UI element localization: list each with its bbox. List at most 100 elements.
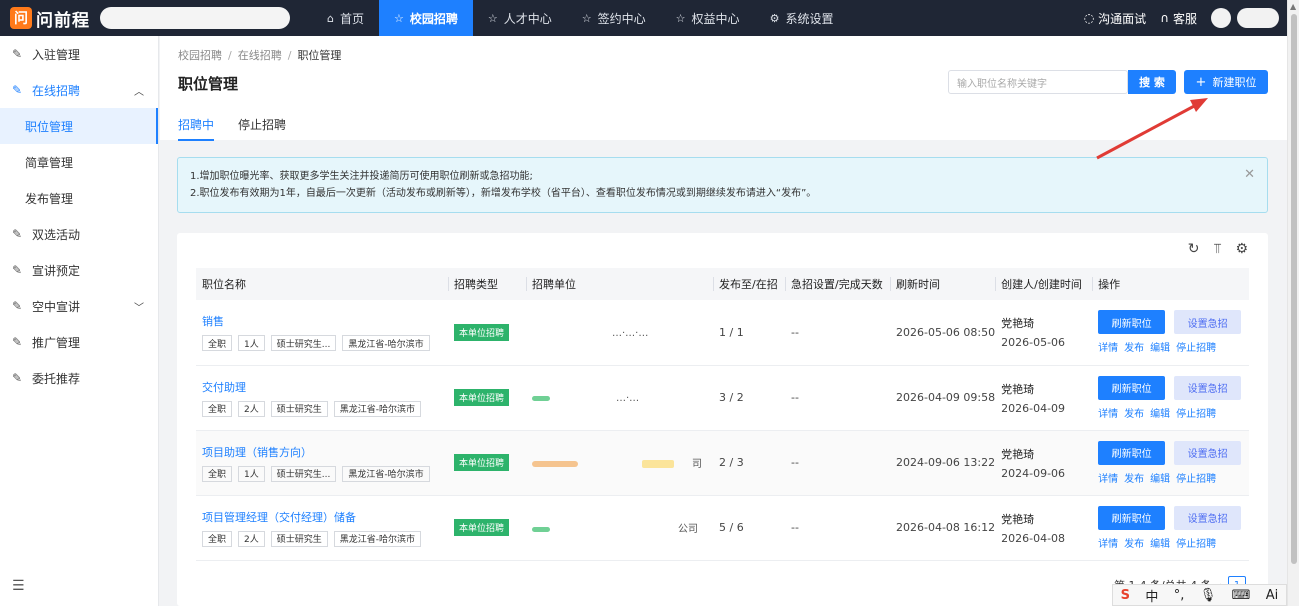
- main-nav: ⌂ 首页 ☆ 校园招聘 ☆ 人才中心 ☆ 签约中心 ☆ 权益中心 ⚙ 系统设置: [312, 0, 848, 36]
- refresh-position-button[interactable]: 刷新职位: [1098, 375, 1166, 400]
- customer-service-link[interactable]: ∩ 客服: [1160, 10, 1197, 27]
- edit-icon: ✎: [12, 371, 23, 385]
- ime-chinese-mode[interactable]: 中: [1145, 586, 1158, 605]
- detail-link[interactable]: 详情: [1098, 409, 1118, 420]
- column-header: 招聘类型: [448, 268, 526, 300]
- status-tabs: 招聘中 停止招聘: [178, 116, 310, 141]
- job-name-link[interactable]: 项目管理经理（交付经理）储备: [202, 509, 448, 525]
- publish-link[interactable]: 发布: [1124, 474, 1144, 485]
- detail-link[interactable]: 详情: [1098, 343, 1118, 354]
- star-icon: ☆: [675, 11, 686, 25]
- close-icon[interactable]: ✕: [1244, 166, 1255, 183]
- scrollbar[interactable]: ▲: [1287, 0, 1299, 606]
- edit-icon: ✎: [12, 83, 23, 97]
- publish-link[interactable]: 发布: [1124, 343, 1144, 354]
- new-position-button[interactable]: + 新建职位: [1184, 70, 1268, 94]
- edit-icon: ✎: [12, 47, 23, 61]
- detail-link[interactable]: 详情: [1098, 474, 1118, 485]
- nav-contract-center[interactable]: ☆ 签约中心: [567, 0, 661, 36]
- search-input[interactable]: 输入职位名称关键字: [948, 70, 1128, 94]
- job-name-link[interactable]: 项目助理（销售方向）: [202, 444, 448, 460]
- detail-link[interactable]: 详情: [1098, 539, 1118, 550]
- redacted-company-name: [100, 7, 290, 29]
- stop-recruiting-link[interactable]: 停止招聘: [1176, 343, 1216, 354]
- logo-icon: 问: [10, 7, 32, 29]
- set-urgent-button[interactable]: 设置急招: [1174, 375, 1242, 400]
- nav-system-settings[interactable]: ⚙ 系统设置: [755, 0, 849, 36]
- microphone-icon[interactable]: 🎙: [1200, 588, 1217, 603]
- stop-recruiting-link[interactable]: 停止招聘: [1176, 539, 1216, 550]
- refresh-time: 2026-04-09 09:58: [890, 365, 996, 431]
- sidebar-item-online-recruitment[interactable]: ✎ 在线招聘 ︿: [0, 72, 158, 108]
- keyboard-icon[interactable]: ⌨: [1232, 588, 1251, 603]
- job-name-link[interactable]: 销售: [202, 313, 448, 329]
- refresh-icon[interactable]: ↻: [1188, 241, 1200, 257]
- stop-recruiting-link[interactable]: 停止招聘: [1176, 474, 1216, 485]
- sidebar-item-publish-management[interactable]: 发布管理: [0, 180, 158, 216]
- publish-count: 5 / 6: [713, 495, 785, 561]
- breadcrumb-item[interactable]: 在线招聘: [238, 49, 282, 62]
- edit-icon: ✎: [12, 335, 23, 349]
- sidebar-item-promotion[interactable]: ✎ 推广管理: [0, 324, 158, 360]
- publish-count: 2 / 3: [713, 430, 785, 496]
- refresh-position-button[interactable]: 刷新职位: [1098, 310, 1166, 335]
- sidebar-item-brochure-management[interactable]: 简章管理: [0, 144, 158, 180]
- breadcrumb-current: 职位管理: [297, 49, 342, 62]
- redacted-unit: [532, 526, 550, 532]
- recruit-type-badge: 本单位招聘: [454, 454, 510, 471]
- refresh-position-button[interactable]: 刷新职位: [1098, 505, 1166, 530]
- column-header: 刷新时间: [890, 268, 996, 300]
- scrollbar-thumb[interactable]: [1291, 14, 1297, 564]
- page-title: 职位管理: [178, 75, 239, 93]
- star-icon: ☆: [394, 11, 404, 25]
- sidebar-item-job-fair[interactable]: ✎ 双选活动: [0, 216, 158, 252]
- ime-logo-icon[interactable]: S: [1121, 588, 1130, 603]
- job-name-link[interactable]: 交付助理: [202, 379, 448, 395]
- chat-interview-link[interactable]: ◌ 沟通面试: [1084, 10, 1147, 27]
- ime-punctuation-icon[interactable]: °,: [1174, 588, 1185, 603]
- column-header: 招聘单位: [526, 268, 713, 300]
- nav-campus-recruitment[interactable]: ☆ 校园招聘: [379, 0, 473, 36]
- tag: 全职: [202, 465, 233, 482]
- edit-link[interactable]: 编辑: [1150, 409, 1170, 420]
- tag: 硕士研究生...: [270, 335, 337, 352]
- column-height-icon[interactable]: ⫪: [1214, 241, 1222, 257]
- breadcrumb-item[interactable]: 校园招聘: [178, 49, 222, 62]
- edit-link[interactable]: 编辑: [1150, 539, 1170, 550]
- main-content: 校园招聘 / 在线招聘 / 职位管理 职位管理 输入职位名称关键字 搜 索 + 新建职位 …: [160, 36, 1287, 606]
- sidebar-item-referral[interactable]: ✎ 委托推荐: [0, 360, 158, 396]
- logo[interactable]: 问 问前程: [10, 6, 310, 31]
- nav-benefits-center[interactable]: ☆ 权益中心: [661, 0, 755, 36]
- tab-stopped[interactable]: 停止招聘: [238, 116, 286, 141]
- stop-recruiting-link[interactable]: 停止招聘: [1176, 409, 1216, 420]
- tag: 黑龙江省-哈尔滨市: [342, 465, 430, 482]
- publish-link[interactable]: 发布: [1124, 539, 1144, 550]
- sidebar-item-seminar-booking[interactable]: ✎ 宣讲预定: [0, 252, 158, 288]
- publish-link[interactable]: 发布: [1124, 409, 1144, 420]
- edit-link[interactable]: 编辑: [1150, 474, 1170, 485]
- refresh-position-button[interactable]: 刷新职位: [1098, 440, 1166, 465]
- edit-link[interactable]: 编辑: [1150, 343, 1170, 354]
- avatar[interactable]: [1211, 8, 1231, 28]
- scroll-up-icon[interactable]: ▲: [1290, 2, 1296, 11]
- sidebar-item-position-management[interactable]: 职位管理: [0, 108, 158, 144]
- set-urgent-button[interactable]: 设置急招: [1174, 440, 1242, 465]
- home-icon: ⌂: [327, 11, 334, 25]
- set-urgent-button[interactable]: 设置急招: [1174, 505, 1242, 530]
- headset-icon: ∩: [1160, 11, 1169, 25]
- sidebar: ✎ 入驻管理 ✎ 在线招聘 ︿ 职位管理 简章管理 发布管理 ✎ 双选活动 ✎ 宣讲预定 …: [0, 36, 159, 606]
- set-urgent-button[interactable]: 设置急招: [1174, 310, 1242, 335]
- user-menu[interactable]: [1237, 8, 1279, 28]
- nav-home[interactable]: ⌂ 首页: [312, 0, 379, 36]
- column-header: 创建人/创建时间: [995, 268, 1093, 300]
- settings-icon[interactable]: ⚙: [1235, 241, 1248, 257]
- recruit-type-badge: 本单位招聘: [454, 323, 510, 341]
- sidebar-item-onboarding[interactable]: ✎ 入驻管理: [0, 36, 158, 72]
- ai-icon[interactable]: Ai: [1266, 588, 1279, 603]
- nav-talent-center[interactable]: ☆ 人才中心: [473, 0, 567, 36]
- sidebar-item-online-seminar[interactable]: ✎ 空中宣讲 ﹀: [0, 288, 158, 324]
- tab-recruiting[interactable]: 招聘中: [178, 116, 215, 141]
- recruit-type-badge: 本单位招聘: [454, 519, 510, 536]
- collapse-sidebar-icon[interactable]: ☰: [12, 578, 25, 594]
- search-button[interactable]: 搜 索: [1128, 70, 1176, 94]
